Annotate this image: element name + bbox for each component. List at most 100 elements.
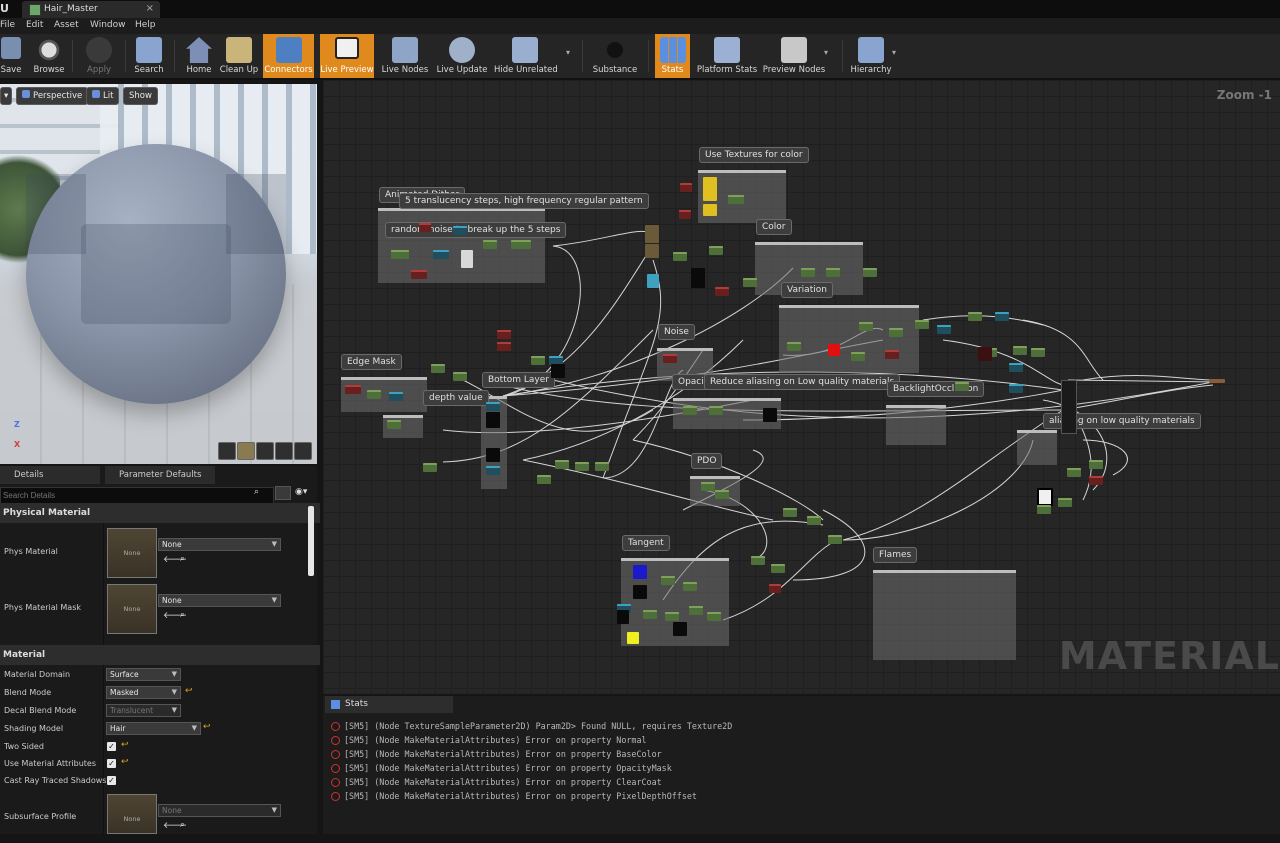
graph-node[interactable]: [709, 246, 723, 255]
lit-button[interactable]: Lit: [86, 87, 120, 105]
graph-node[interactable]: [411, 270, 427, 279]
graph-node[interactable]: [643, 610, 657, 619]
graph-node[interactable]: [955, 382, 969, 391]
comment-title-edge-mask[interactable]: Edge Mask: [341, 354, 402, 370]
graph-node[interactable]: [826, 268, 840, 277]
graph-node[interactable]: [647, 274, 659, 288]
graph-node[interactable]: [497, 330, 511, 339]
hierarchy-button[interactable]: Hierarchy: [850, 34, 892, 78]
graph-node[interactable]: [555, 460, 569, 469]
graph-node[interactable]: [885, 350, 899, 359]
graph-node[interactable]: [763, 408, 777, 422]
graph-node[interactable]: [551, 364, 565, 378]
graph-node[interactable]: [715, 287, 729, 296]
graph-node[interactable]: [486, 466, 500, 475]
graph-node[interactable]: [617, 610, 629, 624]
details-scrollbar[interactable]: [308, 506, 314, 576]
phys-material-mask-thumbnail[interactable]: None: [107, 584, 157, 634]
graph-node[interactable]: [1067, 468, 1081, 477]
grid-view-icon[interactable]: [275, 486, 291, 500]
graph-node[interactable]: [1009, 384, 1023, 393]
comment-title-depth-value[interactable]: depth value: [423, 390, 489, 406]
graph-node[interactable]: [1009, 363, 1023, 372]
comment-box-backlight-occlusion[interactable]: [886, 405, 946, 445]
graph-node[interactable]: [486, 402, 500, 411]
comment-title-use-textures[interactable]: Use Textures for color: [699, 147, 809, 163]
graph-node[interactable]: [633, 585, 647, 599]
graph-node[interactable]: [689, 606, 703, 615]
graph-node[interactable]: [1037, 505, 1051, 514]
search-button[interactable]: Search: [130, 34, 168, 78]
comment-title-tangent[interactable]: Tangent: [622, 535, 670, 551]
graph-node[interactable]: [751, 556, 765, 565]
menu-edit[interactable]: Edit: [26, 20, 43, 30]
graph-node[interactable]: [461, 250, 473, 268]
graph-node[interactable]: [707, 612, 721, 621]
graph-node[interactable]: [419, 223, 431, 232]
graph-node[interactable]: [391, 250, 409, 259]
graph-node-red-constant[interactable]: [828, 344, 840, 356]
save-button[interactable]: Save: [0, 34, 22, 78]
close-icon[interactable]: ×: [146, 3, 154, 14]
document-tab[interactable]: Hair_Master ×: [22, 1, 160, 18]
graph-node[interactable]: [575, 462, 589, 471]
teapot-preview-icon[interactable]: [294, 442, 312, 460]
graph-node[interactable]: [863, 268, 877, 277]
menu-help[interactable]: Help: [135, 20, 156, 30]
reset-to-default-icon[interactable]: ↩: [185, 686, 193, 696]
graph-node[interactable]: [701, 482, 715, 491]
graph-node[interactable]: [433, 250, 449, 259]
blend-mode-select[interactable]: Masked ▼: [106, 686, 181, 699]
home-button[interactable]: Home: [180, 34, 218, 78]
menu-file[interactable]: File: [0, 20, 15, 30]
graph-node[interactable]: [431, 364, 445, 373]
graph-node[interactable]: [453, 372, 467, 381]
phys-material-select[interactable]: None ▼: [158, 538, 281, 551]
graph-node[interactable]: [978, 347, 992, 361]
material-graph-canvas[interactable]: Use Textures for color Animated Dither 5…: [323, 80, 1280, 694]
decal-blend-mode-select[interactable]: Translucent ▼: [106, 704, 181, 717]
graph-node[interactable]: [537, 475, 551, 484]
graph-node[interactable]: [968, 312, 982, 321]
graph-node[interactable]: [709, 406, 723, 415]
graph-node[interactable]: [661, 576, 675, 585]
comment-box-aliasing-low-quality[interactable]: [1017, 430, 1057, 465]
graph-node[interactable]: [859, 322, 873, 331]
connectors-button[interactable]: Connectors: [263, 34, 314, 78]
stats-button[interactable]: Stats: [655, 34, 690, 78]
graph-node[interactable]: [889, 328, 903, 337]
live-nodes-button[interactable]: Live Nodes: [380, 34, 430, 78]
graph-node[interactable]: [645, 244, 659, 258]
graph-node[interactable]: [511, 240, 531, 249]
use-material-attributes-checkbox[interactable]: ✓: [107, 759, 116, 768]
phys-material-mask-select[interactable]: None ▼: [158, 594, 281, 607]
graph-node[interactable]: [769, 584, 781, 593]
comment-title-noise[interactable]: Noise: [658, 324, 695, 340]
graph-node[interactable]: [801, 268, 815, 277]
perspective-button[interactable]: Perspective: [16, 87, 89, 105]
subsurface-profile-select[interactable]: None ▼: [158, 804, 281, 817]
graph-node[interactable]: [715, 490, 729, 499]
search-details-input[interactable]: [0, 487, 274, 504]
graph-node[interactable]: [691, 268, 705, 288]
graph-node[interactable]: [673, 622, 687, 636]
chevron-down-icon[interactable]: ▾: [892, 48, 896, 57]
shading-model-select[interactable]: Hair ▼: [106, 722, 201, 735]
graph-node[interactable]: [387, 420, 401, 429]
graph-node[interactable]: [807, 516, 821, 525]
graph-node[interactable]: [665, 612, 679, 621]
graph-node[interactable]: [828, 535, 842, 544]
category-material[interactable]: Material: [0, 645, 320, 665]
graph-node[interactable]: [915, 320, 929, 329]
viewport-options-button[interactable]: ▾: [0, 87, 13, 105]
graph-node[interactable]: [683, 582, 697, 591]
comment-title-random-noise[interactable]: random noise to break up the 5 steps: [385, 222, 567, 238]
two-sided-checkbox[interactable]: ✓: [107, 742, 116, 751]
graph-node-texture-sample[interactable]: [703, 177, 717, 201]
browse-search-icon[interactable]: ⌕: [180, 820, 185, 830]
apply-button[interactable]: Apply: [80, 34, 118, 78]
graph-node[interactable]: [645, 225, 659, 243]
graph-node-main-material[interactable]: [1061, 380, 1077, 434]
graph-node[interactable]: [389, 392, 403, 401]
sphere-preview-icon[interactable]: [237, 442, 255, 460]
